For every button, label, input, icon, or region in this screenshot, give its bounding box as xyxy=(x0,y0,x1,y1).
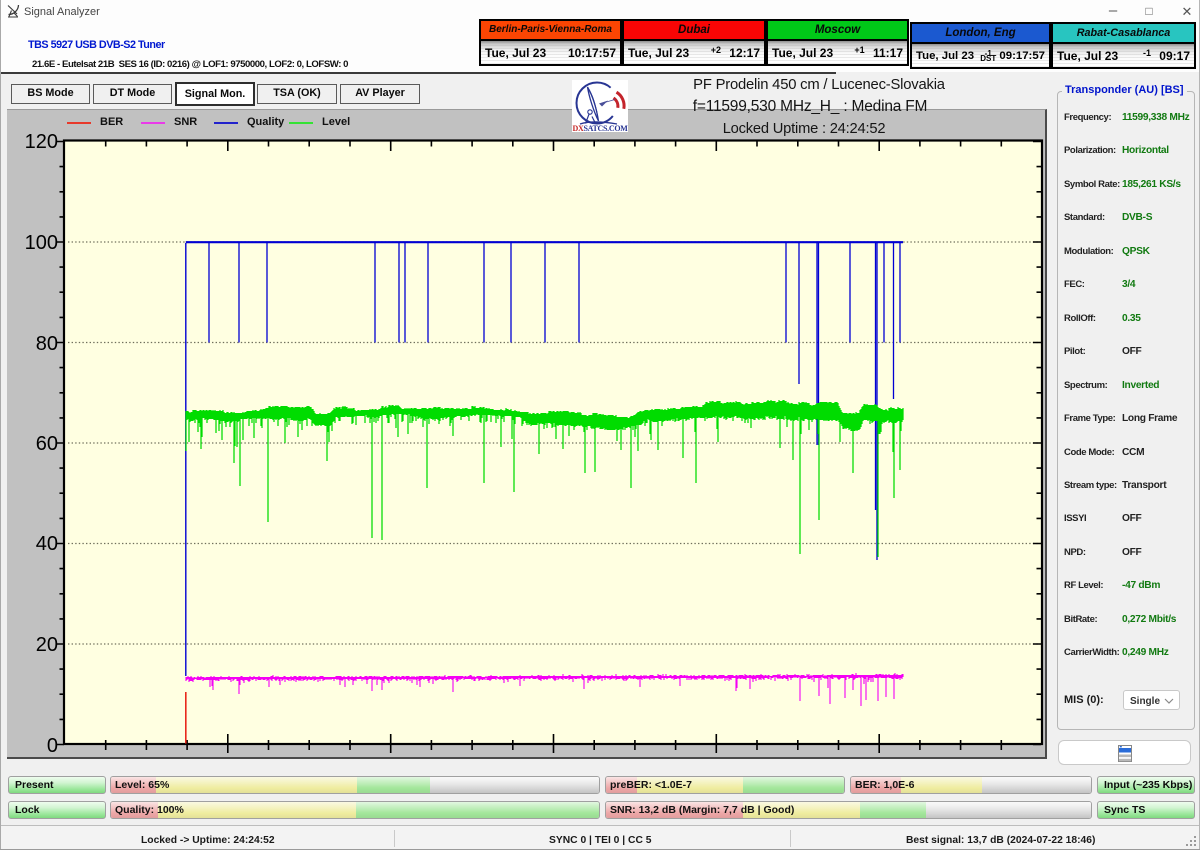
svg-text:60: 60 xyxy=(36,433,58,455)
svg-text:80: 80 xyxy=(36,333,58,355)
svg-text:40: 40 xyxy=(36,533,58,555)
svg-text:100: 100 xyxy=(25,232,58,254)
svg-text:DXSATCS.COM: DXSATCS.COM xyxy=(572,124,628,132)
svg-text:120: 120 xyxy=(25,131,58,153)
svg-text:20: 20 xyxy=(36,634,58,656)
svg-text:0: 0 xyxy=(47,735,58,757)
